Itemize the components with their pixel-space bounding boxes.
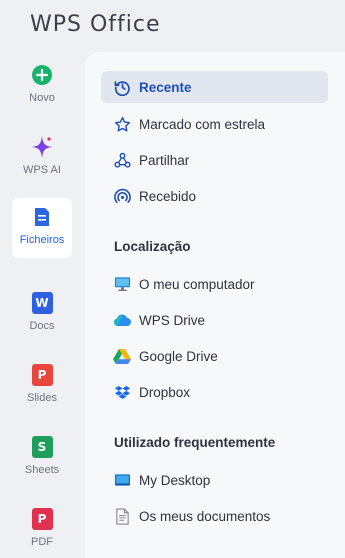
nav-label: Recebido <box>139 188 197 204</box>
nav-label: Partilhar <box>139 152 190 168</box>
sparkle-icon <box>31 136 53 158</box>
received-icon <box>113 187 131 205</box>
nav-item-marcado-com-estrela[interactable]: Marcado com estrela <box>101 108 328 140</box>
dropbox-icon <box>113 383 131 401</box>
nav-item-recente[interactable]: Recente <box>101 71 328 103</box>
nav-label: Recente <box>139 79 192 95</box>
nav-item-my-desktop[interactable]: My Desktop <box>101 464 328 496</box>
nav-label: Dropbox <box>139 384 191 400</box>
sheets-icon: S <box>31 436 53 458</box>
recent-clock-icon <box>113 78 131 96</box>
slides-icon: P <box>31 364 53 386</box>
rail-item-sheets[interactable]: S Sheets <box>12 428 72 488</box>
nav-label: Os meus documentos <box>139 508 271 524</box>
rail-item-ficheiros[interactable]: Ficheiros <box>12 198 72 258</box>
wps-drive-cloud-icon <box>113 311 131 329</box>
rail-label: Ficheiros <box>19 234 65 246</box>
rail-item-wps-ai[interactable]: WPS AI <box>12 128 72 188</box>
nav-item-dropbox[interactable]: Dropbox <box>101 376 328 408</box>
nav-label: O meu computador <box>139 276 255 292</box>
left-rail: Novo WPS AI Ficheiros W Docs P Slides S … <box>0 56 84 558</box>
rail-item-slides[interactable]: P Slides <box>12 356 72 416</box>
documents-icon <box>113 507 131 525</box>
nav-item-partilhar[interactable]: Partilhar <box>101 144 328 176</box>
nav-label: Google Drive <box>139 348 218 364</box>
files-icon <box>31 206 53 228</box>
pdf-icon: P <box>31 508 53 530</box>
app-logo: WPS Office <box>30 12 161 37</box>
nav-label: My Desktop <box>139 472 211 488</box>
nav-label: WPS Drive <box>139 312 206 328</box>
rail-item-docs[interactable]: W Docs <box>12 284 72 344</box>
section-title-utilizado-frequentemente: Utilizado frequentemente <box>114 435 276 450</box>
files-panel: Recente Marcado com estrela Partilhar Re… <box>85 52 345 558</box>
section-title-localizacao: Localização <box>114 239 191 254</box>
nav-item-recebido[interactable]: Recebido <box>101 180 328 212</box>
rail-label: PDF <box>31 536 53 548</box>
rail-label: Novo <box>29 92 55 104</box>
share-icon <box>113 151 131 169</box>
rail-label: WPS AI <box>23 164 61 176</box>
computer-icon <box>113 275 131 293</box>
rail-label: Sheets <box>24 464 60 476</box>
rail-item-pdf[interactable]: P PDF <box>12 500 72 558</box>
rail-item-novo[interactable]: Novo <box>12 56 72 116</box>
google-drive-icon <box>113 347 131 365</box>
nav-item-os-meus-documentos[interactable]: Os meus documentos <box>101 500 328 532</box>
plus-circle-icon <box>31 64 53 86</box>
rail-label: Docs <box>29 320 55 332</box>
nav-item-wps-drive[interactable]: WPS Drive <box>101 304 328 336</box>
star-icon <box>113 115 131 133</box>
nav-label: Marcado com estrela <box>139 116 266 132</box>
rail-label: Slides <box>27 392 57 404</box>
nav-item-o-meu-computador[interactable]: O meu computador <box>101 268 328 300</box>
nav-item-google-drive[interactable]: Google Drive <box>101 340 328 372</box>
desktop-icon <box>113 471 131 489</box>
docs-icon: W <box>31 292 53 314</box>
